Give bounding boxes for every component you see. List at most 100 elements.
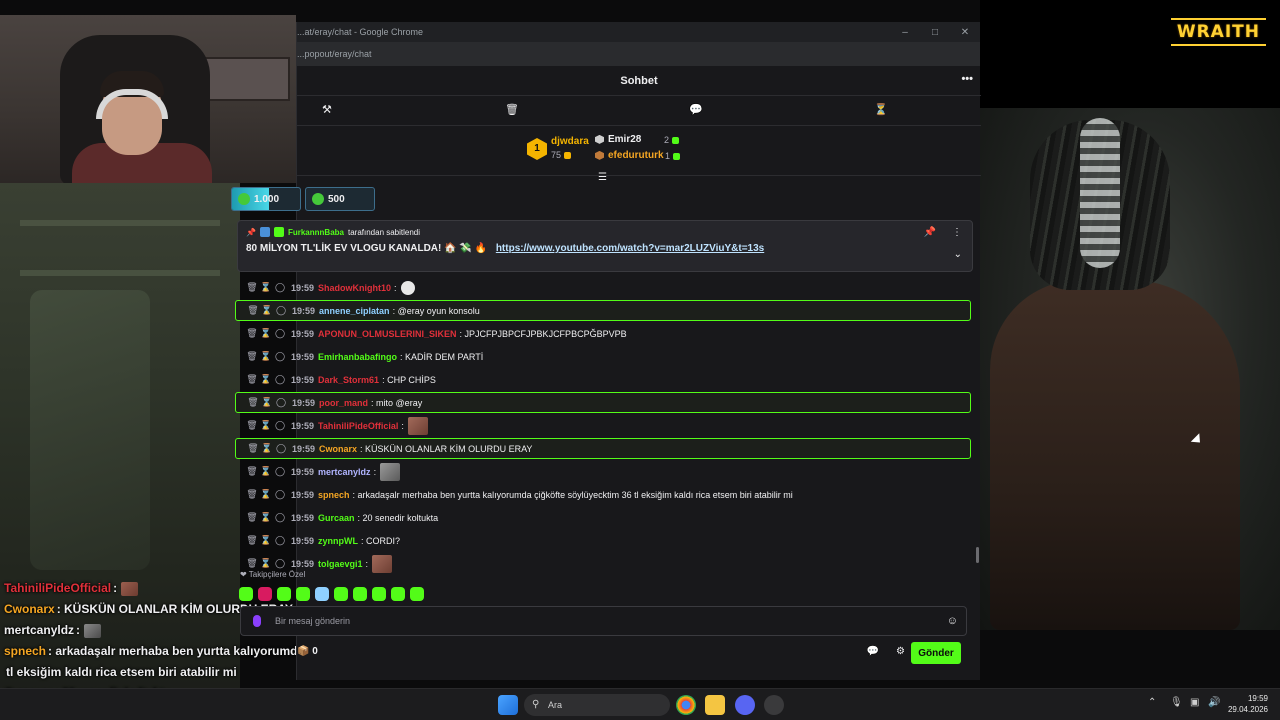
delete-message-icon[interactable]: 🗑: [245, 466, 259, 477]
hourglass-icon[interactable]: ⏳: [874, 103, 888, 116]
pinned-more-icon[interactable]: ⋮: [952, 227, 962, 238]
timeout-icon[interactable]: ⌛: [260, 305, 274, 316]
ban-icon[interactable]: ◯: [273, 420, 287, 431]
chat-message[interactable]: 🗑 ⌛ ◯ 19:59 APONUN_OLMUSLERINI_SIKEN: JPJCFP…: [235, 322, 971, 345]
emote-button[interactable]: [296, 587, 310, 601]
timeout-icon[interactable]: ⌛: [259, 512, 273, 523]
message-username[interactable]: APONUN_OLMUSLERINI_SIKEN: [318, 329, 457, 339]
delete-message-icon[interactable]: 🗑: [245, 374, 259, 385]
leader-second-name[interactable]: Emir28: [595, 134, 641, 145]
mic-icon[interactable]: [253, 615, 261, 627]
chat-message[interactable]: 🗑 ⌛ ◯ 19:59 Cwonarx: KÜSKÜN OLANLAR KİM OLUR…: [235, 438, 971, 459]
clock[interactable]: 19:59 29.04.2026: [1228, 693, 1268, 715]
timeout-icon[interactable]: ⌛: [259, 535, 273, 546]
network-icon[interactable]: ▣: [1190, 697, 1199, 708]
chat-message[interactable]: 🗑 ⌛ ◯ 19:59 spnech: arkadaşalr merhaba ben y…: [235, 483, 971, 506]
minimize-button[interactable]: –: [890, 27, 920, 38]
delete-message-icon[interactable]: 🗑: [245, 282, 259, 293]
emoji-icon[interactable]: ☺: [947, 615, 958, 627]
chat-message[interactable]: 🗑 ⌛ ◯ 19:59 Gurcaan: 20 senedir koltukta: [235, 506, 971, 529]
timeout-icon[interactable]: ⌛: [259, 558, 273, 569]
emote-button[interactable]: [410, 587, 424, 601]
chat-message[interactable]: 🗑 ⌛ ◯ 19:59 Dark_Storm61: CHP CHİPS: [235, 368, 971, 391]
delete-message-icon[interactable]: 🗑: [246, 443, 260, 454]
message-username[interactable]: TahiniliPideOfficial: [318, 421, 398, 431]
timeout-icon[interactable]: ⌛: [260, 443, 274, 454]
chat-message[interactable]: 🗑 ⌛ ◯ 19:59 poor_mand: mito @eray: [235, 392, 971, 413]
points-goal-2[interactable]: 500: [305, 187, 375, 211]
delete-message-icon[interactable]: 🗑: [246, 397, 260, 408]
send-button[interactable]: Gönder: [911, 642, 961, 664]
address-bar[interactable]: ...popout/eray/chat: [297, 42, 980, 66]
ban-icon[interactable]: ◯: [273, 558, 287, 569]
delete-message-icon[interactable]: 🗑: [245, 328, 259, 339]
chat-settings-bubble-icon[interactable]: 💬: [867, 646, 879, 657]
chevron-down-icon[interactable]: ⌄: [954, 249, 962, 260]
timeout-icon[interactable]: ⌛: [259, 489, 273, 500]
delete-message-icon[interactable]: 🗑: [245, 558, 259, 569]
scrollbar[interactable]: [976, 547, 979, 563]
chat-message[interactable]: 🗑 ⌛ ◯ 19:59 zynnpWL: CORDI?: [235, 529, 971, 552]
message-username[interactable]: poor_mand: [319, 398, 368, 408]
maximize-button[interactable]: □: [920, 27, 950, 38]
ban-icon[interactable]: ◯: [273, 535, 287, 546]
points-goal-1[interactable]: 1.000: [231, 187, 301, 211]
windows-start-icon[interactable]: [498, 695, 518, 715]
message-username[interactable]: annene_ciplatan: [319, 306, 390, 316]
emote-button[interactable]: [315, 587, 329, 601]
mic-tray-icon[interactable]: 🎙: [1170, 697, 1183, 708]
message-username[interactable]: Emirhanbabafingo: [318, 352, 397, 362]
emote-button[interactable]: [372, 587, 386, 601]
ban-icon[interactable]: ◯: [274, 443, 288, 454]
chat-message[interactable]: 🗑 ⌛ ◯ 19:59 Emirhanbabafingo: KADİR DEM PART…: [235, 345, 971, 368]
chrome-icon[interactable]: [676, 695, 696, 715]
ban-icon[interactable]: ◯: [274, 397, 288, 408]
timeout-icon[interactable]: ⌛: [259, 282, 273, 293]
ban-icon[interactable]: ◯: [273, 328, 287, 339]
chat-icon[interactable]: 💬: [689, 103, 703, 116]
more-options-icon[interactable]: •••: [961, 73, 973, 85]
delete-message-icon[interactable]: 🗑: [245, 512, 259, 523]
message-username[interactable]: mertcanyldz: [318, 467, 371, 477]
message-username[interactable]: tolgaevgi1: [318, 559, 363, 569]
ban-icon[interactable]: ◯: [273, 489, 287, 500]
message-username[interactable]: ShadowKnight10: [318, 283, 391, 293]
ban-icon[interactable]: ◯: [273, 282, 287, 293]
close-button[interactable]: ✕: [950, 27, 980, 38]
ban-icon[interactable]: ◯: [273, 512, 287, 523]
chat-input[interactable]: Bir mesaj gönderin ☺: [240, 606, 967, 636]
ban-icon[interactable]: ◯: [273, 351, 287, 362]
timeout-icon[interactable]: ⌛: [259, 374, 273, 385]
discord-icon[interactable]: [735, 695, 755, 715]
volume-icon[interactable]: 🔊: [1208, 697, 1220, 708]
chat-message[interactable]: 🗑 ⌛ ◯ 19:59 annene_ciplatan: @eray oyun kons…: [235, 300, 971, 321]
timeout-icon[interactable]: ⌛: [259, 328, 273, 339]
collapse-leaderboard-icon[interactable]: ☰: [598, 172, 607, 183]
app-icon[interactable]: [764, 695, 784, 715]
pinned-by-user[interactable]: FurkannnBaba: [288, 228, 344, 237]
timeout-icon[interactable]: ⌛: [259, 420, 273, 431]
chat-message[interactable]: 🗑 ⌛ ◯ 19:59 TahiniliPideOfficial:: [235, 414, 971, 437]
tray-chevron-icon[interactable]: ⌃: [1148, 697, 1156, 708]
file-explorer-icon[interactable]: [705, 695, 725, 715]
emote-button[interactable]: [353, 587, 367, 601]
ban-icon[interactable]: ◯: [273, 466, 287, 477]
message-username[interactable]: Dark_Storm61: [318, 375, 379, 385]
message-username[interactable]: Cwonarx: [319, 444, 357, 454]
pinned-link[interactable]: https://www.youtube.com/watch?v=mar2LUZV…: [496, 243, 764, 254]
gift-count[interactable]: 📦 0: [297, 646, 318, 657]
unpin-icon[interactable]: 📌: [924, 227, 936, 238]
delete-message-icon[interactable]: 🗑: [245, 420, 259, 431]
timeout-icon[interactable]: ⌛: [260, 397, 274, 408]
timeout-icon[interactable]: ⌛: [259, 466, 273, 477]
emote-button[interactable]: [391, 587, 405, 601]
taskbar-search[interactable]: ⚲ Ara: [524, 694, 670, 716]
gear-icon[interactable]: ⚙: [896, 646, 905, 657]
emote-button[interactable]: [258, 587, 272, 601]
delete-message-icon[interactable]: 🗑: [245, 351, 259, 362]
emote-button[interactable]: [334, 587, 348, 601]
message-username[interactable]: Gurcaan: [318, 513, 355, 523]
chat-message[interactable]: 🗑 ⌛ ◯ 19:59 ShadowKnight10:: [235, 276, 971, 299]
leader-first-name[interactable]: djwdara: [551, 136, 589, 147]
delete-message-icon[interactable]: 🗑: [245, 535, 259, 546]
